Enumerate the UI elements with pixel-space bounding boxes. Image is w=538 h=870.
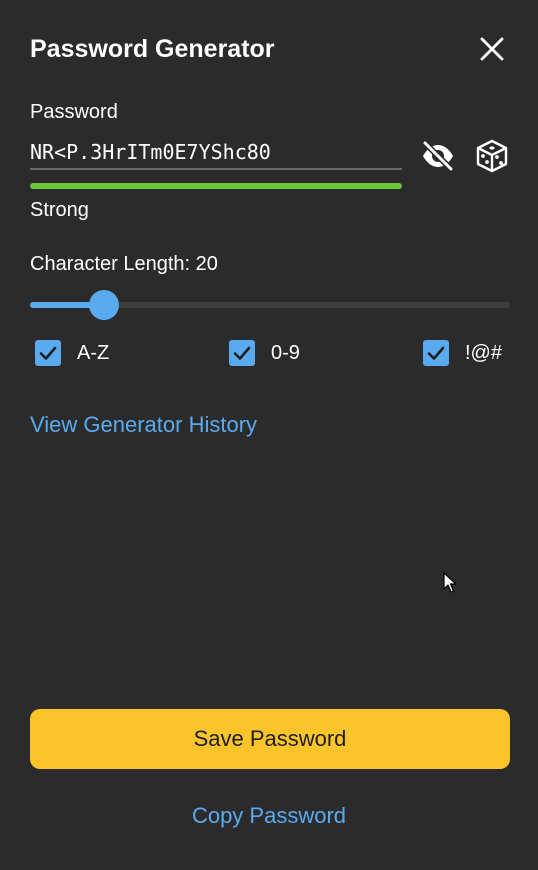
uppercase-checkbox[interactable]	[35, 340, 61, 366]
symbols-checkbox[interactable]	[423, 340, 449, 366]
close-button[interactable]	[474, 31, 510, 67]
strength-meter-fill	[30, 183, 402, 189]
option-digits[interactable]: 0-9	[229, 339, 300, 367]
strength-meter	[30, 183, 402, 189]
copy-password-link[interactable]: Copy Password	[0, 802, 538, 830]
panel-title: Password Generator	[30, 35, 275, 63]
length-slider[interactable]	[30, 290, 510, 320]
save-password-button[interactable]: Save Password	[30, 709, 510, 769]
password-generator-panel: Password Generator Password Strong Chara	[0, 0, 538, 870]
digits-checkbox[interactable]	[229, 340, 255, 366]
digits-label: 0-9	[271, 342, 300, 364]
dice-icon	[476, 139, 508, 173]
option-symbols[interactable]: !@#	[423, 339, 502, 367]
character-length-label: Character Length: 20	[30, 253, 218, 275]
password-label: Password	[30, 101, 118, 123]
checkmark-icon	[427, 346, 445, 360]
close-icon	[480, 37, 504, 61]
regenerate-button[interactable]	[473, 137, 511, 175]
symbols-label: !@#	[465, 342, 502, 364]
length-slider-thumb[interactable]	[89, 290, 120, 320]
uppercase-label: A-Z	[77, 342, 110, 364]
checkmark-icon	[39, 346, 57, 360]
checkmark-icon	[233, 346, 251, 360]
strength-label: Strong	[30, 199, 89, 221]
eye-slash-icon	[422, 140, 454, 172]
toggle-visibility-button[interactable]	[419, 137, 457, 175]
password-field[interactable]	[30, 136, 402, 170]
option-uppercase[interactable]: A-Z	[35, 339, 109, 367]
mouse-cursor-icon	[443, 572, 457, 593]
view-history-link[interactable]: View Generator History	[30, 411, 257, 439]
